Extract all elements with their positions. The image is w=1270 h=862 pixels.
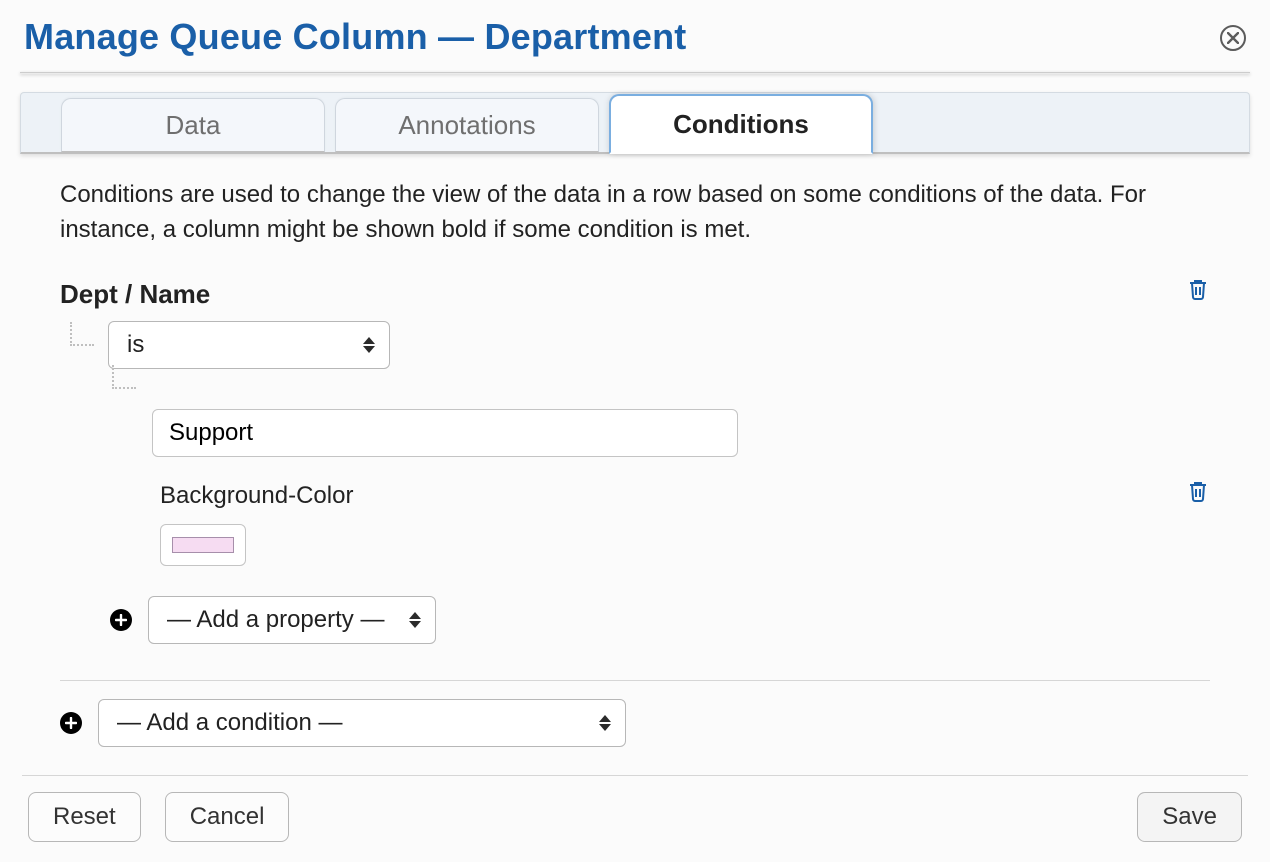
operator-value: is: [127, 328, 144, 363]
color-swatch: [172, 537, 234, 553]
condition-divider: [60, 680, 1210, 681]
add-condition-icon[interactable]: [60, 712, 82, 734]
add-property-select[interactable]: — Add a property —: [148, 596, 436, 644]
tab-bar: Data Annotations Conditions: [20, 92, 1250, 154]
tab-content: Conditions are used to change the view o…: [0, 154, 1270, 654]
conditions-intro-text: Conditions are used to change the view o…: [60, 178, 1210, 248]
trash-icon: [1186, 479, 1210, 503]
add-property-icon[interactable]: [110, 609, 132, 631]
tab-label: Data: [166, 110, 221, 141]
dropdown-caret-icon: [599, 715, 611, 731]
save-button[interactable]: Save: [1137, 792, 1242, 842]
tab-data[interactable]: Data: [61, 98, 325, 152]
tab-conditions[interactable]: Conditions: [609, 94, 873, 154]
operator-select[interactable]: is: [108, 321, 390, 369]
dialog-title: Manage Queue Column — Department: [24, 16, 687, 58]
dialog-header: Manage Queue Column — Department: [0, 4, 1270, 72]
condition-value-input[interactable]: [152, 409, 738, 457]
cancel-button[interactable]: Cancel: [165, 792, 290, 842]
delete-condition-button[interactable]: [1186, 277, 1210, 312]
tab-label: Annotations: [398, 110, 535, 141]
tree-branch-icon: [70, 334, 98, 356]
color-swatch-button[interactable]: [160, 524, 246, 566]
condition-block: Dept / Name is: [60, 276, 1210, 644]
tab-annotations[interactable]: Annotations: [335, 98, 599, 152]
add-condition-select[interactable]: — Add a condition —: [98, 699, 626, 747]
add-condition-label: — Add a condition —: [117, 709, 342, 737]
condition-field-label: Dept / Name: [60, 276, 210, 314]
add-property-label: — Add a property —: [167, 603, 384, 638]
dropdown-caret-icon: [409, 612, 421, 628]
dialog-footer: Reset Cancel Save: [0, 776, 1270, 862]
dropdown-caret-icon: [363, 337, 375, 353]
tab-label: Conditions: [673, 109, 809, 140]
property-label: Background-Color: [160, 479, 353, 514]
delete-property-button[interactable]: [1186, 479, 1210, 514]
tree-branch-icon: [112, 377, 140, 399]
close-icon[interactable]: [1220, 25, 1246, 51]
manage-queue-column-dialog: Manage Queue Column — Department Data An…: [0, 0, 1270, 862]
trash-icon: [1186, 277, 1210, 301]
reset-button[interactable]: Reset: [28, 792, 141, 842]
header-divider: [20, 72, 1250, 74]
